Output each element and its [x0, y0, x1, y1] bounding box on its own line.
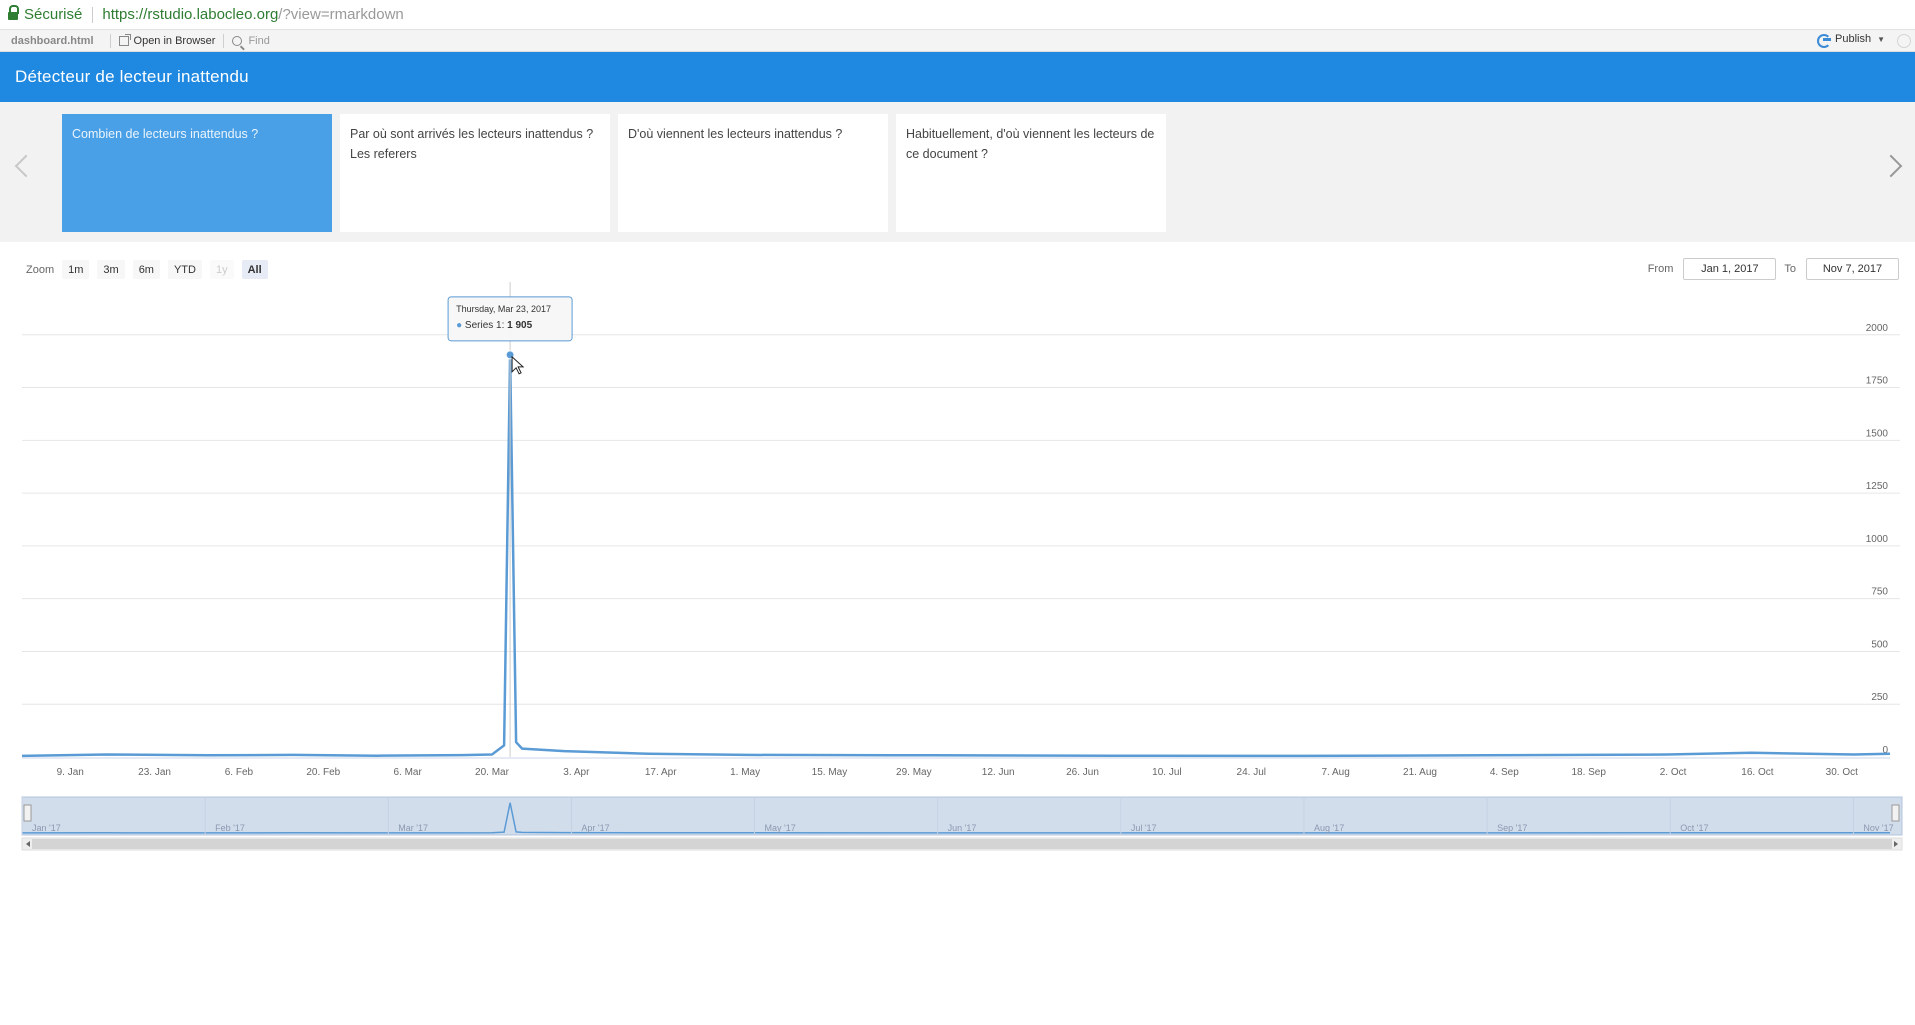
x-tick-label: 2. Oct [1660, 767, 1687, 778]
toolbar-divider [223, 33, 225, 48]
navigator-label: Nov '17 [1863, 823, 1893, 833]
y-tick-label: 2000 [1866, 323, 1889, 334]
dashboard-title: Détecteur de lecteur inattendu [15, 67, 249, 86]
navigator-label: May '17 [765, 823, 796, 833]
y-tick-label: 500 [1871, 639, 1888, 650]
x-tick-label: 23. Jan [138, 767, 171, 778]
toolbar-divider [109, 33, 111, 48]
x-tick-label: 20. Feb [306, 767, 340, 778]
url-host[interactable]: https://rstudio.labocleo.org [102, 6, 278, 23]
dashboard-header: Détecteur de lecteur inattendu [0, 52, 1915, 102]
x-tick-label: 7. Aug [1321, 767, 1349, 778]
y-tick-label: 1250 [1866, 481, 1889, 492]
story-card-2[interactable]: Par où sont arrivés les lecteurs inatten… [340, 114, 610, 232]
navigator-handle-left [23, 804, 32, 822]
file-name: dashboard.html [11, 34, 94, 47]
line-chart[interactable]: 0250500750100012501500175020009. Jan 23. … [10, 242, 1915, 1025]
story-card-label: Combien de lecteurs inattendus ? [72, 127, 259, 141]
publish-icon [1817, 33, 1831, 48]
story-card-3[interactable]: D'où viennent les lecteurs inattendus ? [618, 114, 888, 232]
navigator-label: Jun '17 [948, 823, 977, 833]
navigator-label: Sep '17 [1497, 823, 1527, 833]
navigator-label: Jan '17 [32, 823, 61, 833]
story-card-label: Par où sont arrivés les lecteurs inatten… [350, 127, 594, 161]
y-tick-label: 1750 [1866, 376, 1889, 387]
navigator-label: Feb '17 [215, 823, 245, 833]
x-tick-label: 4. Sep [1490, 767, 1519, 778]
chevron-left-icon[interactable] [14, 154, 38, 178]
tooltip-date: Thursday, Mar 23, 2017 [456, 304, 551, 314]
x-tick-label: 30. Oct [1826, 767, 1858, 778]
lock-icon [8, 5, 19, 22]
open-external-icon [118, 33, 131, 46]
x-tick-label: 26. Jun [1066, 767, 1099, 778]
navigator-label: Oct '17 [1680, 823, 1708, 833]
tooltip-value: ● Series 1: 1 905 [456, 320, 533, 331]
url-path[interactable]: /?view=rmarkdown [278, 6, 403, 23]
chevron-right-icon[interactable] [1879, 154, 1903, 178]
x-tick-label: 21. Aug [1403, 767, 1437, 778]
publish-label: Publish [1835, 33, 1872, 45]
x-tick-label: 29. May [896, 767, 932, 778]
navigator-label: Mar '17 [398, 823, 428, 833]
story-card-1[interactable]: Combien de lecteurs inattendus ? [62, 114, 332, 232]
series-line [21, 353, 1891, 758]
story-card-label: Habituellement, d'où viennent les lecteu… [906, 127, 1155, 161]
open-in-browser-button[interactable]: Open in Browser [118, 33, 216, 47]
navigator-handle-right [1891, 804, 1900, 822]
x-tick-label: 1. May [730, 767, 760, 778]
find-input[interactable] [248, 32, 339, 49]
x-tick-label: 18. Sep [1571, 767, 1606, 778]
x-tick-label: 3. Apr [563, 767, 590, 778]
story-card-4[interactable]: Habituellement, d'où viennent les lecteu… [896, 114, 1166, 232]
navigator-label: Aug '17 [1314, 823, 1344, 833]
open-in-browser-label: Open in Browser [133, 34, 216, 47]
chevron-down-icon: ▼ [1877, 34, 1885, 44]
y-tick-label: 1000 [1866, 534, 1889, 545]
refresh-icon[interactable] [1897, 34, 1911, 48]
navigator-label: Apr '17 [581, 823, 609, 833]
y-tick-label: 250 [1871, 692, 1888, 703]
storyboard-nav: Combien de lecteurs inattendus ? Par où … [0, 102, 1915, 242]
x-tick-label: 17. Apr [645, 767, 677, 778]
y-tick-label: 750 [1871, 587, 1888, 598]
x-tick-label: 16. Oct [1741, 767, 1773, 778]
url-divider [92, 6, 94, 23]
x-tick-label: 12. Jun [982, 767, 1015, 778]
scrollbar-thumb [32, 839, 1892, 849]
chart-panel: Zoom 1m 3m 6m YTD 1y All From To 0250500… [10, 242, 1915, 1025]
search-icon [232, 35, 243, 46]
x-tick-label: 20. Mar [475, 767, 510, 778]
x-tick-label: 15. May [812, 767, 848, 778]
x-tick-label: 24. Jul [1237, 767, 1266, 778]
secure-label: Sécurisé [24, 6, 83, 23]
publish-button[interactable]: Publish ▼ [1817, 33, 1885, 48]
x-tick-label: 10. Jul [1152, 767, 1181, 778]
cursor-icon [511, 355, 525, 375]
navigator-label: Jul '17 [1131, 823, 1157, 833]
x-tick-label: 6. Feb [225, 767, 254, 778]
browser-url-bar[interactable]: Sécurisé https://rstudio.labocleo.org /?… [0, 0, 1915, 30]
x-tick-label: 6. Mar [393, 767, 422, 778]
story-card-label: D'où viennent les lecteurs inattendus ? [628, 127, 843, 141]
x-tick-label: 9. Jan [57, 767, 84, 778]
viewer-toolbar: dashboard.html Open in Browser Publish ▼ [0, 30, 1915, 52]
y-tick-label: 1500 [1866, 428, 1889, 439]
